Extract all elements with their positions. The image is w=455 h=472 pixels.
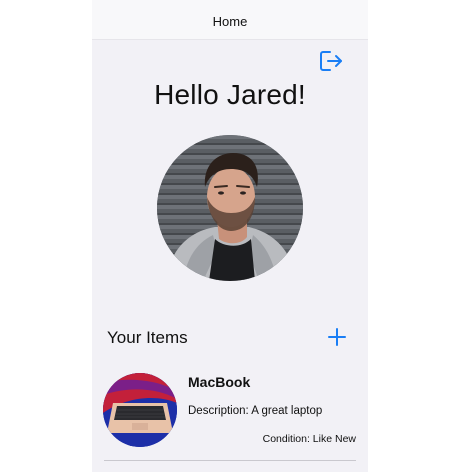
list-divider xyxy=(104,460,356,461)
add-item-button[interactable] xyxy=(327,327,347,347)
navigation-bar: Home xyxy=(92,0,368,40)
greeting-title: Hello Jared! xyxy=(154,79,306,110)
logout-button[interactable] xyxy=(318,49,344,73)
list-item[interactable]: MacBook Description: A great laptop Cond… xyxy=(92,366,368,461)
item-description: Description: A great laptop xyxy=(188,405,323,417)
laptop-photo xyxy=(103,373,177,447)
app-screen: Home Hello Jared! Your Items MacBook Des… xyxy=(92,0,368,472)
logout-icon xyxy=(320,51,342,71)
page: Home Hello Jared! Your Items MacBook Des… xyxy=(0,0,455,472)
item-name: MacBook xyxy=(188,374,251,390)
nav-title: Home xyxy=(212,14,248,29)
section-title-your-items: Your Items xyxy=(107,328,188,347)
profile-photo xyxy=(157,135,303,281)
item-condition: Condition: Like New xyxy=(262,433,356,445)
plus-icon xyxy=(328,328,346,346)
avatar xyxy=(157,135,303,281)
item-image xyxy=(103,373,177,447)
